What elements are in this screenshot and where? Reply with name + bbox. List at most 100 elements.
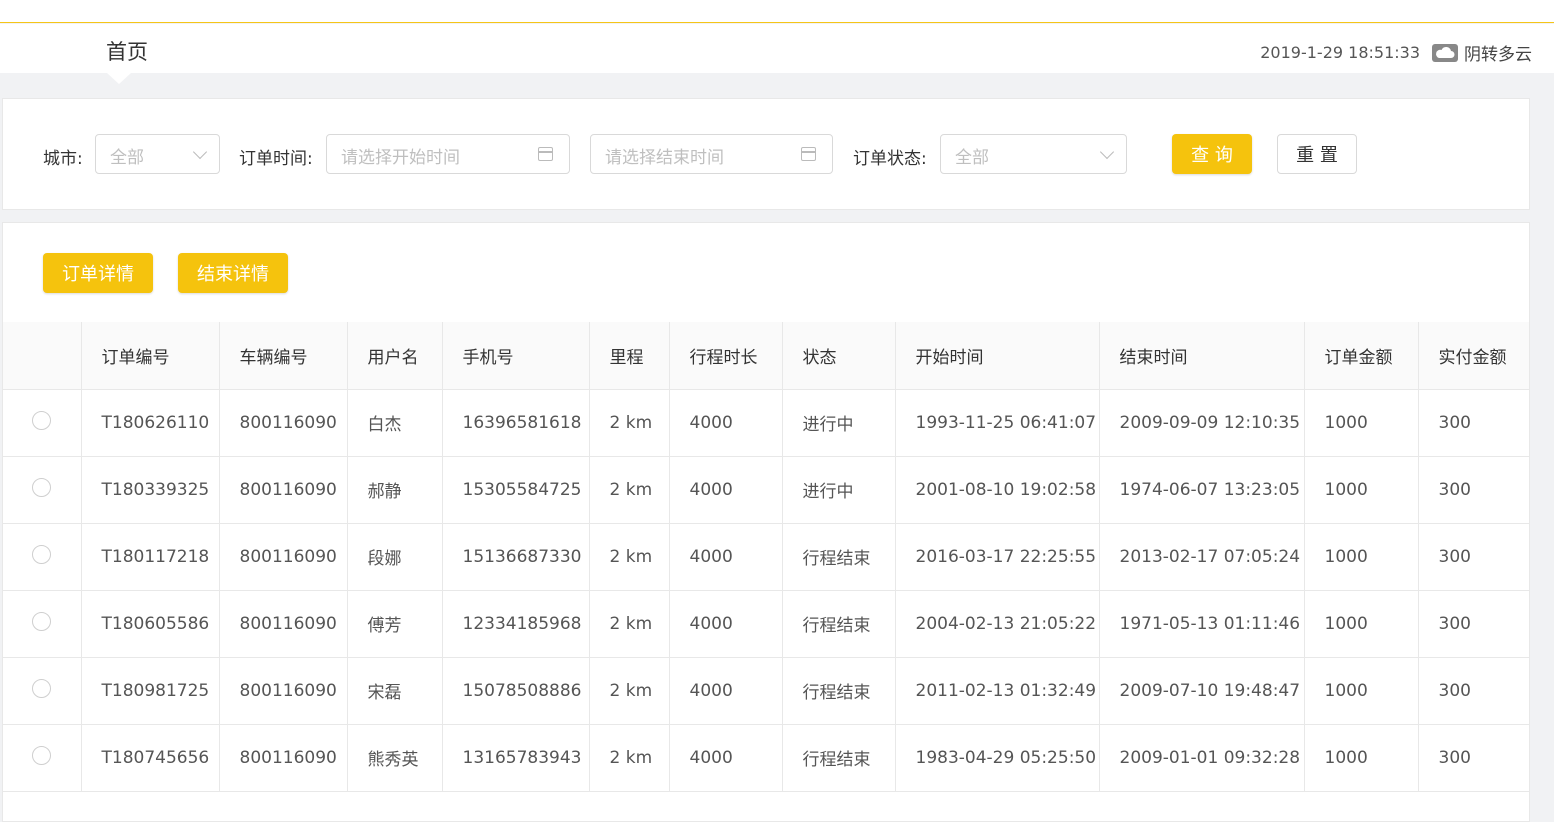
- start-time-picker[interactable]: 请选择开始时间: [326, 134, 570, 174]
- cell-status: 行程结束: [782, 523, 896, 591]
- orders-table: 订单编号 车辆编号 用户名 手机号 里程 行程时长 状态 开始时间 结束时间 订…: [3, 322, 1529, 792]
- cell-status: 行程结束: [782, 657, 896, 725]
- header-start-time[interactable]: 开始时间: [895, 322, 1100, 390]
- cell-duration: 4000: [669, 523, 783, 591]
- cell-order-amount: 1000: [1304, 724, 1419, 792]
- cell-vehicle-id: 800116090: [219, 523, 348, 591]
- header-duration[interactable]: 行程时长: [669, 322, 783, 390]
- cell-duration: 4000: [669, 724, 783, 792]
- cell-mileage: 2 km: [589, 590, 670, 658]
- table-row[interactable]: T180339325 800116090 郝静 15305584725 2 km 4000…: [3, 456, 1529, 524]
- row-radio[interactable]: [32, 611, 51, 631]
- orders-table-card: 订单详情 结束详情 订单编号 车辆编号 用户名 手机号 里程 行程时长 状态 开…: [2, 222, 1530, 822]
- row-select-cell: [3, 456, 82, 524]
- header-info: 2019-1-29 18:51:33 阴转多云: [1260, 40, 1532, 65]
- cell-mileage: 2 km: [589, 456, 670, 524]
- table-row[interactable]: T180605586 800116090 傅芳 12334185968 2 km 4000…: [3, 590, 1529, 658]
- cell-vehicle-id: 800116090: [219, 724, 348, 792]
- table-header-row: 订单编号 车辆编号 用户名 手机号 里程 行程时长 状态 开始时间 结束时间 订…: [3, 322, 1529, 390]
- cell-status: 进行中: [782, 389, 896, 457]
- start-time-placeholder: 请选择开始时间: [341, 148, 460, 168]
- calendar-icon: [801, 147, 816, 161]
- cell-vehicle-id: 800116090: [219, 456, 348, 524]
- row-select-cell: [3, 724, 82, 792]
- cell-phone: 12334185968: [442, 590, 590, 658]
- table-row[interactable]: T180745656 800116090 熊秀英 13165783943 2 km 400…: [3, 724, 1529, 792]
- row-radio[interactable]: [32, 544, 51, 564]
- cell-end-time: 2009-01-01 09:32:28: [1099, 724, 1305, 792]
- cell-order-id: T180745656: [81, 724, 220, 792]
- order-detail-button[interactable]: 订单详情: [43, 253, 153, 293]
- title-caret: [107, 73, 131, 84]
- row-radio[interactable]: [32, 678, 51, 698]
- cell-order-amount: 1000: [1304, 523, 1419, 591]
- header-order-amount[interactable]: 订单金额: [1304, 322, 1419, 390]
- order-status-value: 全部: [955, 148, 989, 168]
- cell-order-id: T180981725: [81, 657, 220, 725]
- cell-start-time: 2016-03-17 22:25:55: [895, 523, 1100, 591]
- cell-order-amount: 1000: [1304, 456, 1419, 524]
- cell-end-time: 2013-02-17 07:05:24: [1099, 523, 1305, 591]
- top-strip: [0, 0, 1554, 23]
- row-radio[interactable]: [32, 410, 51, 430]
- row-select-cell: [3, 389, 82, 457]
- cell-username: 傅芳: [347, 590, 443, 658]
- row-select-cell: [3, 590, 82, 658]
- filter-form: 城市: 全部 订单时间: 请选择开始时间 请选择结束时间 订单状态: 全部 查 …: [2, 98, 1530, 210]
- row-radio[interactable]: [32, 745, 51, 765]
- reset-button[interactable]: 重 置: [1277, 134, 1357, 174]
- current-datetime: 2019-1-29 18:51:33: [1260, 43, 1420, 62]
- cell-order-amount: 1000: [1304, 389, 1419, 457]
- cell-end-time: 2009-09-09 12:10:35: [1099, 389, 1305, 457]
- cell-phone: 15078508886: [442, 657, 590, 725]
- end-detail-button[interactable]: 结束详情: [178, 253, 288, 293]
- cell-start-time: 1983-04-29 05:25:50: [895, 724, 1100, 792]
- chevron-down-icon: [1099, 144, 1115, 160]
- calendar-icon: [538, 147, 553, 161]
- city-select-value: 全部: [110, 148, 144, 168]
- cell-order-amount: 1000: [1304, 657, 1419, 725]
- header-vehicle-id[interactable]: 车辆编号: [219, 322, 348, 390]
- cell-status: 行程结束: [782, 724, 896, 792]
- page-header: 首页 2019-1-29 18:51:33 阴转多云: [0, 24, 1554, 73]
- chevron-down-icon: [192, 144, 208, 160]
- cell-mileage: 2 km: [589, 523, 670, 591]
- header-phone[interactable]: 手机号: [442, 322, 590, 390]
- weather-text: 阴转多云: [1464, 45, 1532, 65]
- header-paid-amount[interactable]: 实付金额: [1418, 322, 1529, 390]
- row-radio[interactable]: [32, 477, 51, 497]
- table-row[interactable]: T180981725 800116090 宋磊 15078508886 2 km 4000…: [3, 657, 1529, 725]
- cell-vehicle-id: 800116090: [219, 590, 348, 658]
- end-time-picker[interactable]: 请选择结束时间: [590, 134, 833, 174]
- table-row[interactable]: T180117218 800116090 段娜 15136687330 2 km 4000…: [3, 523, 1529, 591]
- header-end-time[interactable]: 结束时间: [1099, 322, 1305, 390]
- cell-order-amount: 1000: [1304, 590, 1419, 658]
- cell-username: 熊秀英: [347, 724, 443, 792]
- header-status[interactable]: 状态: [782, 322, 896, 390]
- cell-phone: 13165783943: [442, 724, 590, 792]
- cell-username: 宋磊: [347, 657, 443, 725]
- query-button[interactable]: 查 询: [1172, 134, 1252, 174]
- end-time-placeholder: 请选择结束时间: [605, 148, 724, 168]
- header-username[interactable]: 用户名: [347, 322, 443, 390]
- cell-paid-amount: 300: [1418, 590, 1529, 658]
- cell-duration: 4000: [669, 657, 783, 725]
- table-row[interactable]: T180626110 800116090 白杰 16396581618 2 km 4000…: [3, 389, 1529, 457]
- header-select: [3, 322, 82, 390]
- cell-phone: 15305584725: [442, 456, 590, 524]
- city-label: 城市:: [43, 149, 83, 169]
- cell-mileage: 2 km: [589, 657, 670, 725]
- cell-username: 郝静: [347, 456, 443, 524]
- cell-paid-amount: 300: [1418, 456, 1529, 524]
- order-time-label: 订单时间:: [239, 149, 313, 169]
- cell-phone: 15136687330: [442, 523, 590, 591]
- cell-end-time: 1971-05-13 01:11:46: [1099, 590, 1305, 658]
- cell-order-id: T180117218: [81, 523, 220, 591]
- cell-order-id: T180626110: [81, 389, 220, 457]
- order-status-label: 订单状态:: [853, 149, 927, 169]
- header-order-id[interactable]: 订单编号: [81, 322, 220, 390]
- order-status-select[interactable]: 全部: [940, 134, 1127, 174]
- city-select[interactable]: 全部: [95, 134, 220, 174]
- cell-status: 进行中: [782, 456, 896, 524]
- header-mileage[interactable]: 里程: [589, 322, 670, 390]
